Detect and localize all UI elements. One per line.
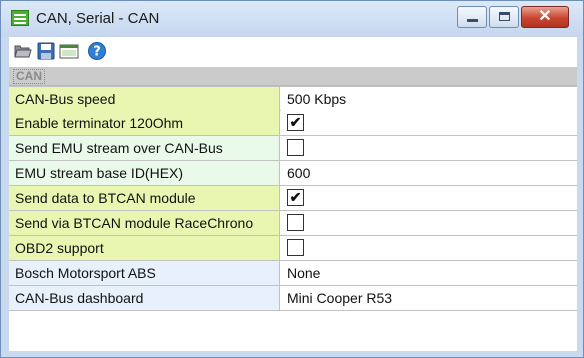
obd2-support-checkbox[interactable] [287,239,304,256]
row-send-data-btcan[interactable]: Send data to BTCAN module ✔ [9,186,577,211]
send-emu-stream-checkbox[interactable] [287,139,304,156]
maximize-button[interactable] [489,6,519,28]
window-icon[interactable] [59,41,79,61]
send-data-btcan-cell: ✔ [281,186,577,210]
app-icon [11,10,29,26]
obd2-support-cell [281,236,577,260]
property-label: CAN-Bus dashboard [9,286,280,310]
row-obd2-support[interactable]: OBD2 support [9,236,577,261]
category-label: CAN [13,69,45,84]
folder-open-icon[interactable] [13,41,33,61]
enable-terminator-cell: ✔ [281,111,577,135]
row-can-bus-dashboard[interactable]: CAN-Bus dashboard Mini Cooper R53 [9,286,577,311]
save-icon[interactable] [36,41,56,61]
title-bar[interactable]: CAN, Serial - CAN ✕ [1,1,583,37]
can-bus-speed-value[interactable]: 500 Kbps [281,87,577,111]
property-label: EMU stream base ID(HEX) [9,161,280,185]
row-bosch-motorsport-abs[interactable]: Bosch Motorsport ABS None [9,261,577,286]
row-enable-terminator[interactable]: Enable terminator 120Ohm ✔ [9,111,577,136]
can-bus-dashboard-value[interactable]: Mini Cooper R53 [281,286,577,310]
send-emu-stream-cell [281,136,577,160]
toolbar: ? [9,37,577,67]
property-label: OBD2 support [9,236,280,260]
row-can-bus-speed[interactable]: CAN-Bus speed 500 Kbps [9,86,577,111]
close-icon: ✕ [538,8,552,25]
row-emu-stream-base-id[interactable]: EMU stream base ID(HEX) 600 [9,161,577,186]
enable-terminator-checkbox[interactable]: ✔ [287,114,304,131]
emu-stream-base-id-value[interactable]: 600 [281,161,577,185]
category-header[interactable]: CAN [9,67,577,86]
property-label: Enable terminator 120Ohm [9,111,280,135]
minimize-button[interactable] [457,6,487,28]
send-via-btcan-racechrono-cell [281,211,577,235]
can-serial-window: CAN, Serial - CAN ✕ ? CAN CAN-Bus speed … [0,0,584,358]
row-send-via-btcan-racechrono[interactable]: Send via BTCAN module RaceChrono [9,211,577,236]
row-send-emu-stream[interactable]: Send EMU stream over CAN-Bus [9,136,577,161]
property-label: Send EMU stream over CAN-Bus [9,136,280,160]
close-button[interactable]: ✕ [521,6,569,28]
property-label: Send data to BTCAN module [9,186,280,210]
bosch-motorsport-abs-value[interactable]: None [281,261,577,285]
property-label: CAN-Bus speed [9,87,280,111]
help-icon[interactable]: ? [87,41,107,61]
maximize-icon [499,12,510,21]
send-via-btcan-racechrono-checkbox[interactable] [287,214,304,231]
svg-text:?: ? [93,45,101,60]
window-title: CAN, Serial - CAN [36,10,160,27]
minimize-icon [467,19,478,22]
property-grid: CAN CAN-Bus speed 500 Kbps Enable termin… [9,67,577,351]
send-data-btcan-checkbox[interactable]: ✔ [287,189,304,206]
property-label: Bosch Motorsport ABS [9,261,280,285]
property-label: Send via BTCAN module RaceChrono [9,211,280,235]
